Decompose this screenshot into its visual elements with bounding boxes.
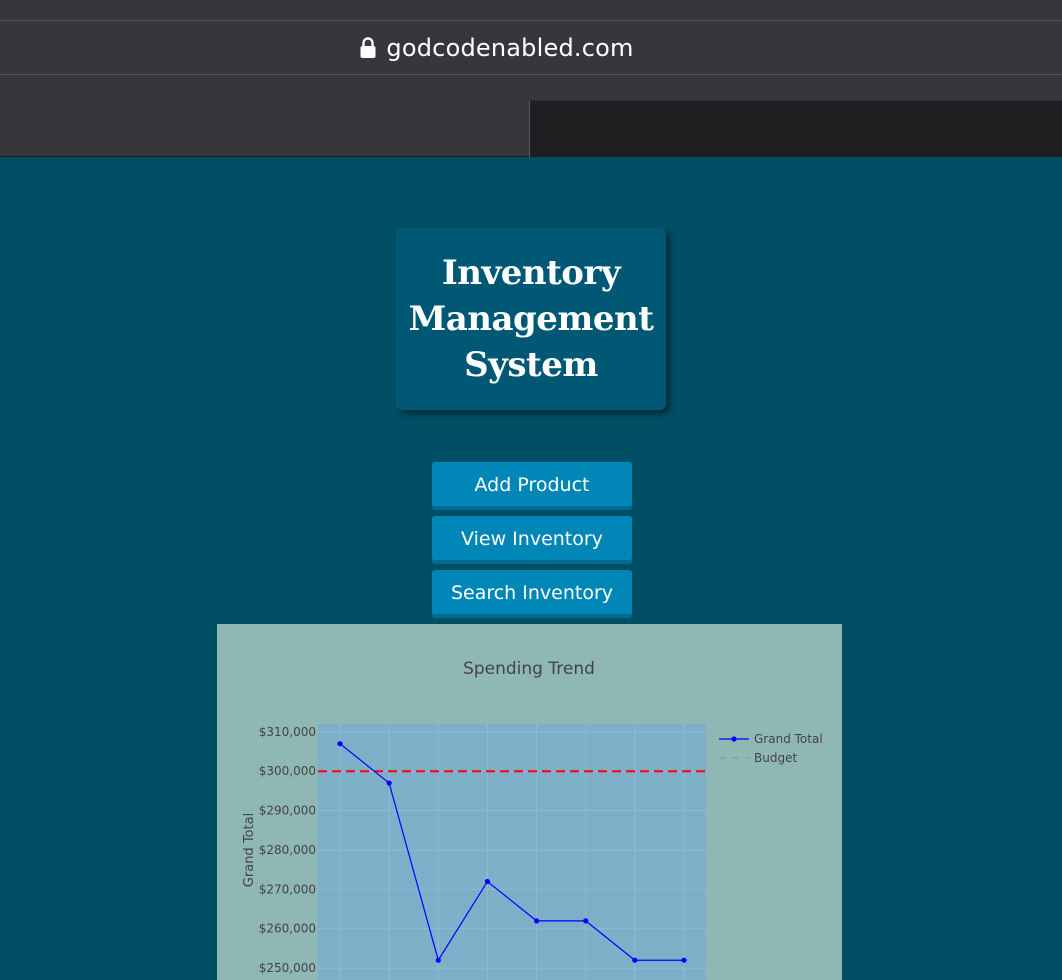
data-point-grand-total[interactable] [533,918,540,924]
data-point-grand-total[interactable] [632,957,638,963]
data-point-grand-total[interactable] [583,918,589,924]
page-title: Inventory Management System [408,253,654,385]
address-bar[interactable]: godcodenabled.com [0,21,1062,75]
title-card: Inventory Management System [396,228,666,410]
y-tick-label: $300,000 [259,764,316,778]
chart-title: Spending Trend [463,659,595,679]
legend-label-grand-total[interactable]: Grand Total [754,732,823,746]
view-inventory-button[interactable]: View Inventory [432,516,632,560]
data-point-grand-total[interactable] [681,957,687,963]
browser-tab[interactable] [529,100,1062,157]
y-tick-label: $260,000 [259,922,316,936]
y-axis-label: Grand Total [242,813,257,887]
data-point-grand-total[interactable] [386,780,392,786]
address-bar-content: godcodenabled.com [360,34,633,62]
add-product-button[interactable]: Add Product [432,462,632,506]
chart-svg: $250,000 $260,000 $270,000 $280,000 $290,000… [242,659,823,980]
data-point-grand-total[interactable] [435,957,441,963]
y-tick-label: $290,000 [259,804,316,818]
url-text[interactable]: godcodenabled.com [386,34,633,62]
spending-trend-chart[interactable]: $250,000 $260,000 $270,000 $280,000 $290,000… [217,624,842,980]
legend-label-budget[interactable]: Budget [754,751,797,765]
search-inventory-button[interactable]: Search Inventory [432,570,632,614]
browser-top-strip [0,0,1062,21]
legend-marker-grand-total [731,736,737,742]
lock-icon [360,36,376,59]
y-tick-label: $280,000 [259,843,316,857]
data-point-grand-total[interactable] [337,741,343,747]
plot-area [318,724,706,980]
y-tick-label: $250,000 [259,961,316,975]
y-tick-label: $270,000 [259,882,316,896]
y-tick-label: $310,000 [259,725,316,739]
page-content: Inventory Management System Add Product … [0,157,1062,980]
data-point-grand-total[interactable] [484,878,491,885]
tab-bar [0,75,1062,157]
